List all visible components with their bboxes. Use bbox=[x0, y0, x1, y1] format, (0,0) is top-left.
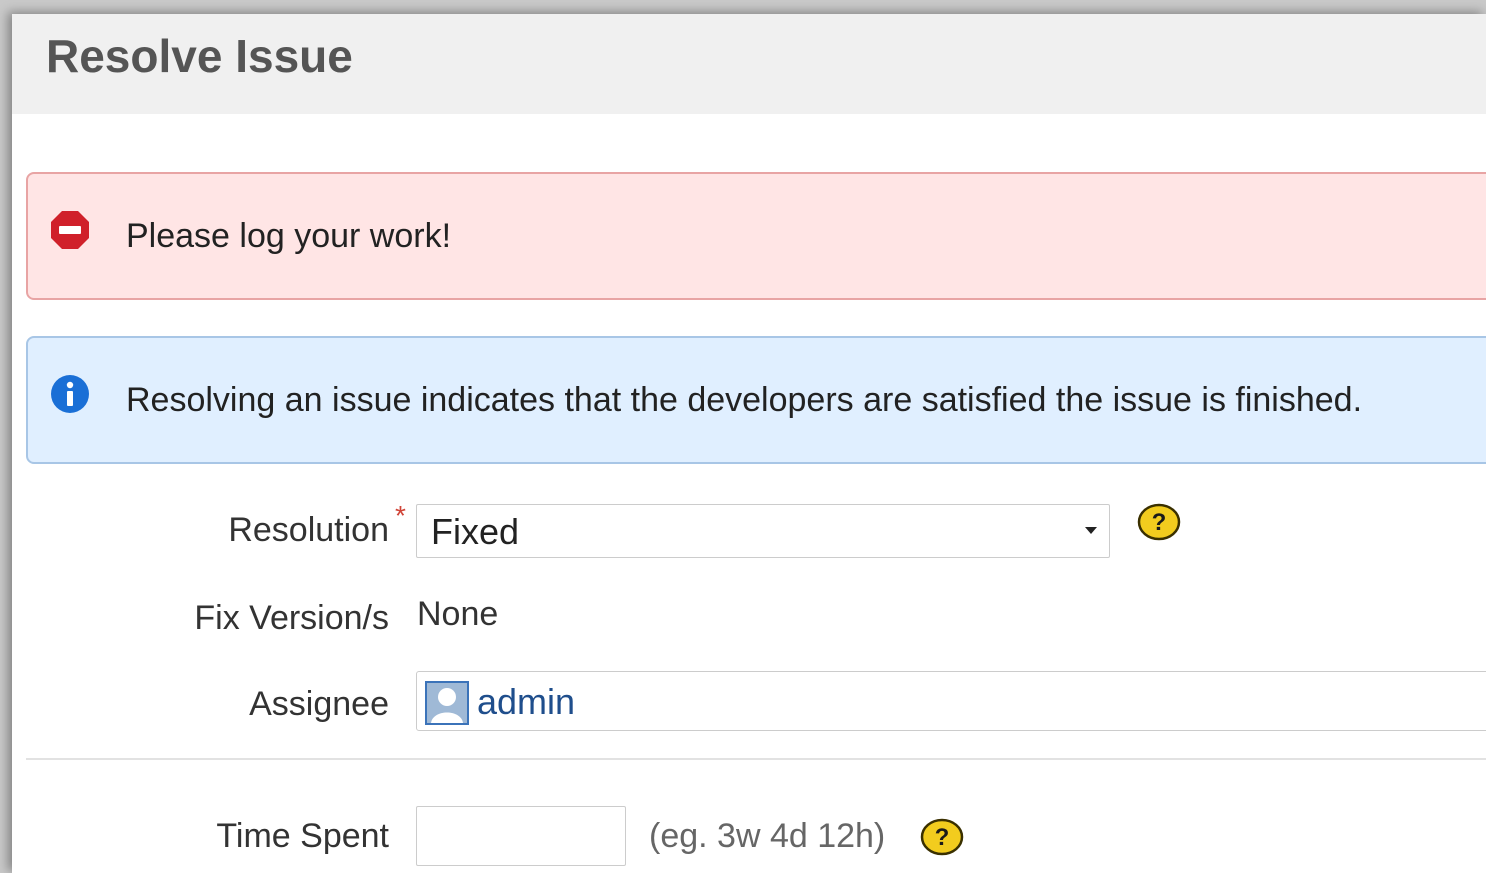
resolution-selected-value: Fixed bbox=[431, 511, 520, 552]
time-spent-label: Time Spent bbox=[216, 817, 389, 855]
fix-versions-label: Fix Version/s bbox=[194, 599, 389, 637]
resolution-select[interactable]: Fixed bbox=[416, 504, 1110, 558]
time-spent-hint: (eg. 3w 4d 12h) bbox=[649, 817, 886, 855]
dialog-title: Resolve Issue bbox=[46, 30, 353, 82]
fix-versions-value: None bbox=[417, 595, 499, 633]
resolution-label: Resolution bbox=[228, 511, 389, 549]
resolve-issue-dialog: Resolve Issue Please log your work! Reso… bbox=[12, 14, 1486, 873]
assignee-label: Assignee bbox=[249, 685, 389, 723]
error-message-text: Please log your work! bbox=[126, 217, 452, 255]
required-marker: * bbox=[395, 500, 406, 531]
svg-text:?: ? bbox=[935, 824, 950, 851]
help-icon[interactable]: ? bbox=[1137, 503, 1181, 541]
assignee-field[interactable]: admin bbox=[416, 671, 1486, 731]
assignee-name[interactable]: admin bbox=[477, 681, 575, 723]
help-icon[interactable]: ? bbox=[920, 818, 964, 856]
dialog-header: Resolve Issue bbox=[12, 14, 1486, 114]
user-avatar-icon bbox=[425, 681, 469, 725]
error-stop-icon bbox=[50, 210, 90, 250]
time-spent-input[interactable] bbox=[416, 806, 626, 866]
info-message: Resolving an issue indicates that the de… bbox=[26, 336, 1486, 464]
section-divider bbox=[26, 758, 1486, 760]
info-message-text: Resolving an issue indicates that the de… bbox=[126, 381, 1363, 419]
chevron-down-icon bbox=[1085, 527, 1097, 534]
error-message: Please log your work! bbox=[26, 172, 1486, 300]
info-icon bbox=[50, 374, 90, 414]
svg-text:?: ? bbox=[1152, 509, 1167, 536]
